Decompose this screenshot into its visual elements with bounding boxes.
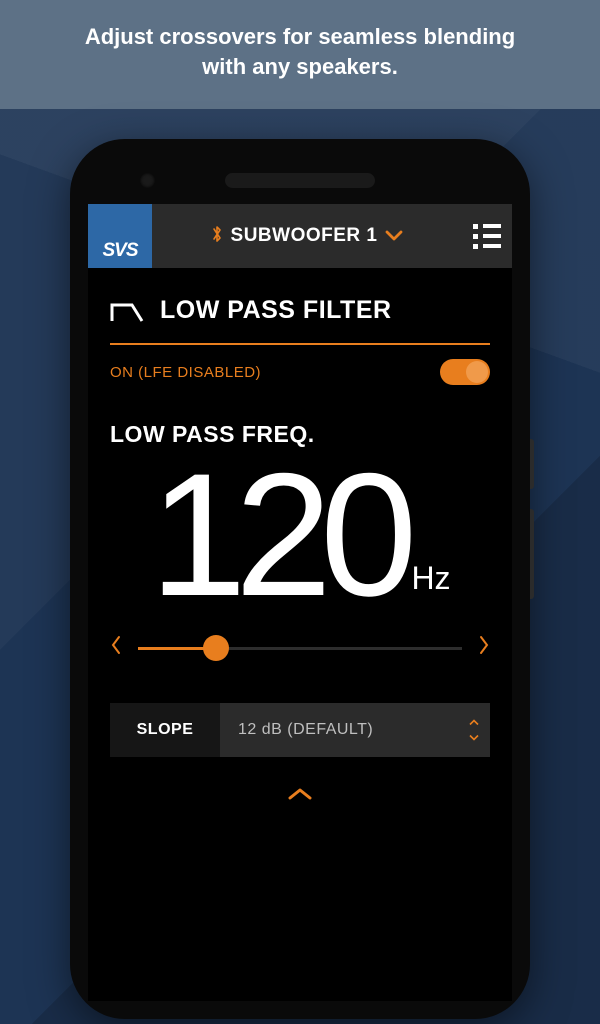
slider-decrease-button[interactable] [110,635,122,661]
phone-camera-dot [140,173,155,188]
slider-increase-button[interactable] [478,635,490,661]
device-selector[interactable]: SUBWOOFER 1 [152,225,462,248]
slope-value: 12 dB (DEFAULT) [238,721,373,739]
section-header: LOW PASS FILTER [110,296,490,325]
phone-frame: SVS SUBWOOFER 1 [70,139,530,1019]
phone-earpiece [225,173,375,188]
bluetooth-icon [211,225,223,248]
slope-stepper[interactable] [468,717,480,744]
phone-side-button [530,509,534,599]
promo-banner-text: Adjust crossovers for seamless blending … [85,24,515,79]
brand-logo[interactable]: SVS [88,204,152,268]
phone-side-button [530,439,534,489]
frequency-slider-row [110,635,490,661]
app-screen: SVS SUBWOOFER 1 [88,204,512,1001]
chevron-down-icon [385,226,403,247]
app-header: SVS SUBWOOFER 1 [88,204,512,268]
filter-toggle-row: ON (LFE DISABLED) [110,359,490,385]
promo-banner: Adjust crossovers for seamless blending … [0,0,600,109]
menu-list-icon[interactable] [462,224,512,249]
brand-logo-text: SVS [102,240,137,262]
divider [110,343,490,345]
device-selector-label: SUBWOOFER 1 [231,225,378,247]
low-pass-icon [110,299,146,323]
phone-stage: SVS SUBWOOFER 1 [0,109,600,1019]
slider-thumb[interactable] [203,635,229,661]
slope-label: SLOPE [110,703,220,757]
filter-toggle[interactable] [440,359,490,385]
frequency-unit: Hz [411,560,450,597]
section-title: LOW PASS FILTER [160,296,392,325]
filter-toggle-label: ON (LFE DISABLED) [110,364,261,381]
chevron-up-icon[interactable] [468,717,480,729]
frequency-display: 120 Hz [110,448,490,623]
slope-row: SLOPE 12 dB (DEFAULT) [110,703,490,757]
expand-panel-button[interactable] [110,757,490,815]
frequency-value: 120 [149,448,405,623]
frequency-slider[interactable] [138,647,462,650]
screen-content: LOW PASS FILTER ON (LFE DISABLED) LOW PA… [88,268,512,1001]
chevron-down-icon[interactable] [468,732,480,744]
slope-select[interactable]: 12 dB (DEFAULT) [220,703,490,757]
